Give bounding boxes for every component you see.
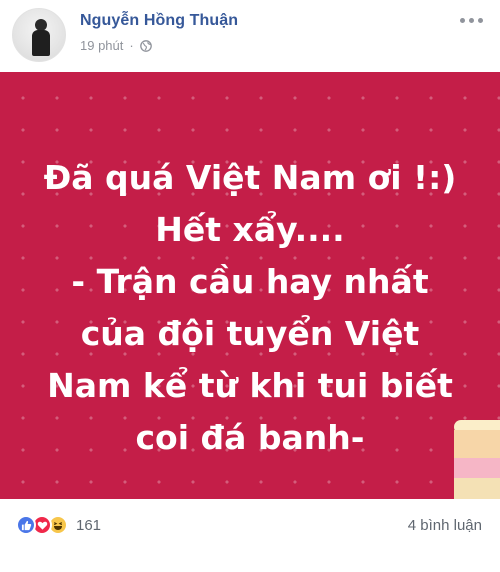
post-meta: 19 phút · xyxy=(80,38,152,53)
facebook-post: Nguyễn Hồng Thuận 19 phút · Đã quá Việt … xyxy=(0,0,500,572)
avatar[interactable] xyxy=(12,8,66,62)
reactions-summary[interactable]: 161 xyxy=(16,515,101,535)
avatar-body xyxy=(32,30,50,56)
status-line: Đã quá Việt Nam ơi !:) xyxy=(43,158,457,197)
more-options-icon[interactable] xyxy=(460,14,484,26)
status-line: của đội tuyển Việt xyxy=(80,314,420,353)
author-name[interactable]: Nguyễn Hồng Thuận xyxy=(80,12,238,30)
status-text: Đã quá Việt Nam ơi !:) Hết xẩy.... - Trậ… xyxy=(20,152,480,464)
reaction-count: 161 xyxy=(76,516,102,534)
cake-decoration xyxy=(454,402,500,499)
status-line: - Trận cầu hay nhất xyxy=(71,262,429,301)
comment-count-link[interactable]: 4 bình luận xyxy=(408,517,482,534)
status-line: Nam kể từ khi tui biết xyxy=(47,366,453,405)
status-line: Hết xẩy.... xyxy=(155,210,345,249)
post-time[interactable]: 19 phút xyxy=(80,38,123,53)
meta-separator: · xyxy=(129,38,134,53)
status-line: coi đá banh- xyxy=(135,418,365,457)
globe-icon[interactable] xyxy=(139,39,152,52)
post-footer: 161 4 bình luận xyxy=(0,499,500,572)
like-icon xyxy=(16,515,36,535)
post-header: Nguyễn Hồng Thuận 19 phút · xyxy=(0,0,500,72)
colored-status-background: Đã quá Việt Nam ơi !:) Hết xẩy.... - Trậ… xyxy=(0,72,500,499)
